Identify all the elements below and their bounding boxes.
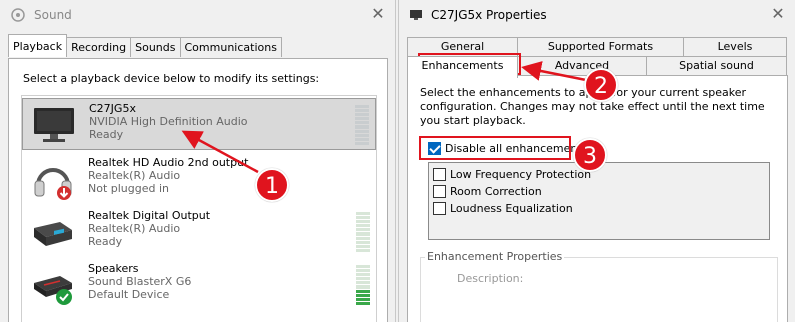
enhancement-label: Low Frequency Protection — [450, 168, 592, 181]
speaker-icon — [11, 8, 25, 22]
device-list[interactable]: C27JG5x NVIDIA High Definition Audio Rea… — [21, 95, 377, 322]
sound-window: Sound ✕ Playback Recording Sounds Commun… — [0, 0, 396, 322]
level-meter — [356, 212, 370, 252]
device-driver: NVIDIA High Definition Audio — [89, 115, 248, 128]
enhancement-label: Loudness Equalization — [450, 202, 573, 215]
tab-spatial-sound[interactable]: Spatial sound — [646, 56, 787, 75]
group-title: Enhancement Properties — [425, 250, 565, 263]
window-title: C27JG5x Properties — [431, 8, 547, 22]
device-name: Realtek Digital Output — [88, 209, 211, 222]
enhancement-label: Room Correction — [450, 185, 542, 198]
enhancement-item[interactable]: Loudness Equalization — [433, 200, 765, 217]
device-item[interactable]: Realtek Digital Output Realtek(R) Audio … — [22, 206, 376, 258]
monitor-icon — [34, 108, 74, 142]
device-status: Not plugged in — [88, 182, 170, 195]
device-status: Ready — [89, 128, 124, 141]
device-driver: Sound BlasterX G6 — [88, 275, 192, 288]
tab-levels[interactable]: Levels — [683, 37, 787, 56]
tab-recording[interactable]: Recording — [66, 37, 132, 57]
digital-output-icon — [34, 222, 72, 246]
enhancements-list: Low Frequency Protection Room Correction… — [428, 162, 770, 240]
checkbox[interactable] — [433, 168, 446, 181]
device-driver: Realtek(R) Audio — [88, 169, 181, 182]
instruction-text: Select a playback device below to modify… — [23, 72, 320, 85]
annotation-box-disable-all — [419, 136, 571, 160]
device-item[interactable]: Realtek HD Audio 2nd output Realtek(R) A… — [22, 153, 376, 205]
monitor-icon — [410, 10, 422, 20]
checkbox[interactable] — [433, 202, 446, 215]
annotation-badge-3: 3 — [573, 138, 607, 172]
enhancement-item[interactable]: Room Correction — [433, 183, 765, 200]
tab-playback[interactable]: Playback — [8, 34, 68, 57]
sound-tabs: Playback Recording Sounds Communications — [8, 34, 282, 57]
sound-titlebar: Sound ✕ — [0, 0, 395, 30]
headphones-icon — [34, 168, 72, 200]
annotation-badge-1: 1 — [255, 168, 289, 202]
device-name: C27JG5x — [89, 102, 136, 115]
tab-enhancements[interactable]: Enhancements — [407, 56, 518, 78]
tab-advanced[interactable]: Advanced — [517, 56, 647, 75]
device-name: Speakers — [88, 262, 139, 275]
description-label: Description: — [457, 272, 524, 285]
device-status: Default Device — [88, 288, 170, 301]
enhancement-properties-group: Enhancement Properties Description: — [420, 250, 778, 322]
device-driver: Realtek(R) Audio — [88, 222, 181, 235]
window-title: Sound — [34, 8, 72, 22]
device-item[interactable]: Speakers Sound BlasterX G6 Default Devic… — [22, 259, 376, 311]
device-name: Realtek HD Audio 2nd output — [88, 156, 249, 169]
close-icon[interactable]: ✕ — [769, 5, 787, 23]
device-status: Ready — [88, 235, 123, 248]
checkbox[interactable] — [433, 185, 446, 198]
device-item[interactable]: C27JG5x NVIDIA High Definition Audio Rea… — [22, 98, 376, 150]
properties-titlebar: C27JG5x Properties ✕ — [399, 0, 795, 30]
level-meter — [356, 265, 370, 305]
level-meter — [355, 105, 369, 145]
close-icon[interactable]: ✕ — [369, 5, 387, 23]
annotation-badge-2: 2 — [584, 68, 618, 102]
tab-sounds[interactable]: Sounds — [130, 37, 181, 57]
tab-supported-formats[interactable]: Supported Formats — [517, 37, 684, 56]
tab-communications[interactable]: Communications — [179, 37, 282, 57]
playback-panel: Select a playback device below to modify… — [8, 58, 388, 322]
sound-card-icon — [34, 276, 72, 305]
